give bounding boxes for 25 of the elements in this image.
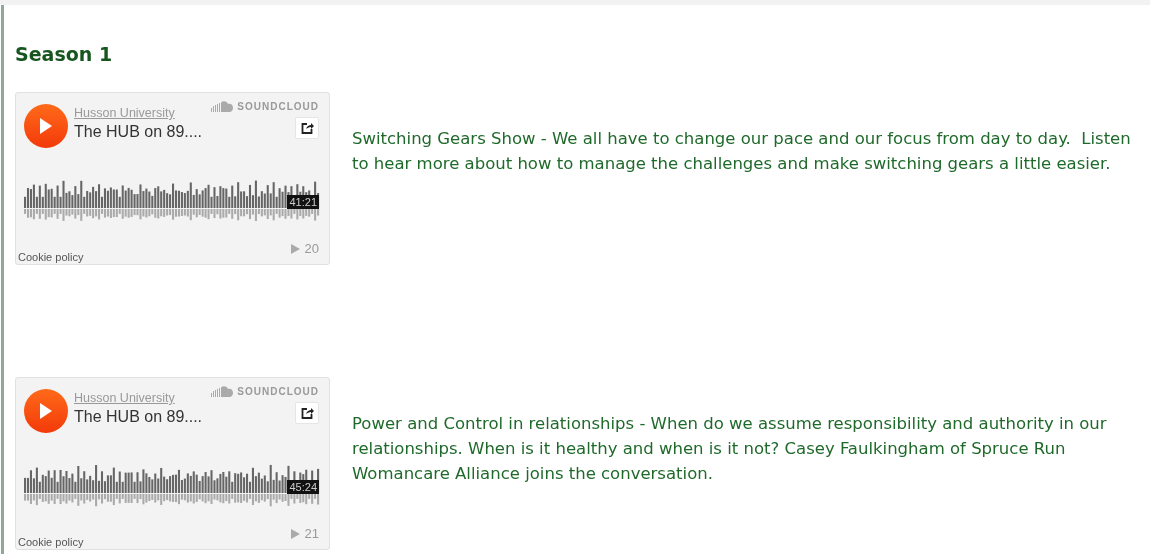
share-icon bbox=[300, 122, 314, 134]
play-count-text: 21 bbox=[304, 526, 319, 541]
episode-description: Switching Gears Show - We all have to change our pace and our focus from day to day. Listen to hear more about how to manage the challenges and make switching gears a little easier. bbox=[352, 128, 1132, 175]
track-title[interactable]: The HUB on 89.... bbox=[74, 408, 206, 426]
play-icon bbox=[290, 528, 300, 539]
season-heading: Season 1 bbox=[15, 43, 114, 65]
play-count-text: 20 bbox=[304, 241, 319, 256]
play-icon bbox=[39, 402, 53, 420]
share-button[interactable] bbox=[295, 402, 319, 424]
cloud-logo-icon bbox=[211, 386, 234, 397]
share-icon bbox=[300, 407, 314, 419]
play-button[interactable] bbox=[24, 389, 68, 433]
play-icon bbox=[290, 243, 300, 254]
cloud-logo-icon bbox=[211, 101, 234, 112]
play-button[interactable] bbox=[24, 104, 68, 148]
duration: 41:21 bbox=[287, 195, 319, 209]
cookie-policy-link[interactable]: Cookie policy bbox=[18, 251, 84, 263]
episode-description: Power and Control in relationships - When do we assume responsibility and authority in our relationships. When is it healthy and when is it not? Casey Faulkingham of Spruce Run Womancare Alliance joins the conversation. bbox=[352, 413, 1108, 485]
track-title[interactable]: The HUB on 89.... bbox=[74, 123, 206, 141]
duration: 45:24 bbox=[287, 480, 319, 494]
cookie-policy-link[interactable]: Cookie policy bbox=[18, 536, 84, 548]
brand-text: SOUNDCLOUD bbox=[237, 386, 319, 397]
brand-text: SOUNDCLOUD bbox=[237, 101, 319, 112]
share-button[interactable] bbox=[295, 117, 319, 139]
play-icon bbox=[39, 117, 53, 135]
